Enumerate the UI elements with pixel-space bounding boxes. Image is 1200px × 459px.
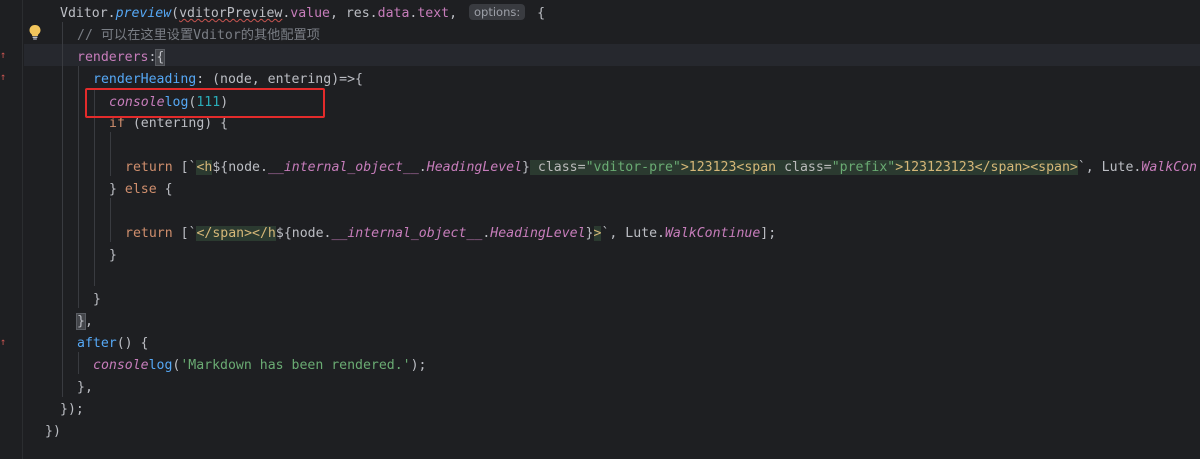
token: vditorPreview (179, 6, 283, 21)
token: log (148, 358, 173, 373)
arrow-up-icon[interactable]: ↑ (0, 73, 8, 83)
token: return (125, 160, 173, 175)
code-line-19: }); (60, 399, 84, 421)
indent-guide (78, 352, 79, 374)
matched-brace: } (76, 313, 86, 330)
token: <span> (1030, 160, 1078, 175)
token: ( (171, 6, 180, 21)
comment: Vditor (193, 28, 241, 43)
comment: 的其他配置项 (240, 28, 320, 43)
token: <h (196, 160, 213, 175)
arrow-up-icon[interactable]: ↑ (0, 51, 8, 61)
comment: // 可以在这里设置 (77, 28, 194, 43)
code-line-18: }, (77, 377, 93, 399)
token: }, (77, 380, 93, 395)
token: , (84, 314, 93, 329)
token: WalkCon (1141, 160, 1197, 175)
token: [` (172, 226, 197, 241)
token: return (125, 226, 173, 241)
token: after (77, 336, 117, 351)
token: () { (116, 336, 149, 351)
token: } (109, 248, 117, 263)
token: value (290, 6, 330, 21)
token: `, Lute. (1077, 160, 1142, 175)
token: else (124, 182, 157, 197)
token: ${node. (275, 226, 332, 241)
token: , (449, 6, 465, 21)
token: __internal_object__ (267, 160, 419, 175)
token: ); (410, 358, 427, 373)
token: [` (172, 160, 197, 175)
token: 'Markdown has been rendered.' (180, 358, 411, 373)
token: } (522, 160, 530, 175)
token: class= (776, 160, 832, 175)
token: : (node, entering)=>{ (196, 72, 363, 87)
token: }) (45, 424, 61, 439)
annotation-highlight-box (85, 88, 325, 118)
token: WalkContinue (664, 226, 761, 241)
token: Vditor. (60, 6, 116, 21)
code-line-17: consolelog('Markdown has been rendered.'… (93, 355, 427, 377)
code-line-3: renderers:{ (77, 47, 166, 69)
token: "vditor-pre" (585, 160, 681, 175)
code-editor[interactable]: Vditor.preview(vditorPreview. value, res.… (23, 0, 1200, 459)
token: >123123 (680, 160, 737, 175)
parameter-hint: options: (469, 4, 526, 20)
token: "prefix" (831, 160, 896, 175)
token: } (93, 292, 101, 307)
token: } (109, 182, 125, 197)
editor-gutter (0, 0, 22, 459)
code-line-20: }) (45, 421, 61, 443)
token: ]; (760, 226, 777, 241)
indent-guide (62, 22, 63, 397)
code-line-15: }, (76, 311, 93, 333)
token: renderers (77, 50, 149, 65)
token: </span></h (196, 226, 276, 241)
token: , res. (329, 6, 378, 21)
token: { (529, 6, 546, 21)
code-line-2: // 可以在这里设置Vditor的其他配置项 (77, 25, 320, 47)
code-line-14: } (93, 289, 101, 311)
token: . (418, 160, 427, 175)
token: text (417, 6, 450, 21)
indent-guide (110, 132, 111, 176)
token: __internal_object__ (331, 226, 483, 241)
matched-brace: { (155, 49, 166, 66)
token: } (585, 226, 594, 241)
indent-guide (78, 66, 79, 308)
token: ${node. (212, 160, 268, 175)
token: `, Lute. (601, 226, 665, 241)
code-line-9: } else { (109, 179, 173, 201)
token: <span (736, 160, 777, 175)
token: HeadingLevel (490, 226, 586, 241)
token: (entering) { (124, 116, 229, 131)
token: >123123123 (895, 160, 975, 175)
indent-guide (110, 198, 111, 242)
token: preview (115, 6, 172, 21)
token: console (93, 358, 149, 373)
token: renderHeading (93, 72, 197, 87)
arrow-up-icon[interactable]: ↑ (0, 338, 8, 348)
token: data (377, 6, 410, 21)
token: class= (529, 160, 586, 175)
token: }); (60, 402, 84, 417)
code-line-1: Vditor.preview(vditorPreview.value, res.… (60, 3, 545, 25)
code-line-16: after() { (77, 333, 148, 355)
code-line-8: return [`<h${node.__internal_object__.He… (125, 157, 1197, 179)
token: { (156, 182, 173, 197)
code-line-11: return [`</span></h${node.__internal_obj… (125, 223, 776, 245)
token: HeadingLevel (426, 160, 523, 175)
code-line-12: } (109, 245, 117, 267)
token: if (109, 116, 125, 131)
token: </span> (974, 160, 1031, 175)
